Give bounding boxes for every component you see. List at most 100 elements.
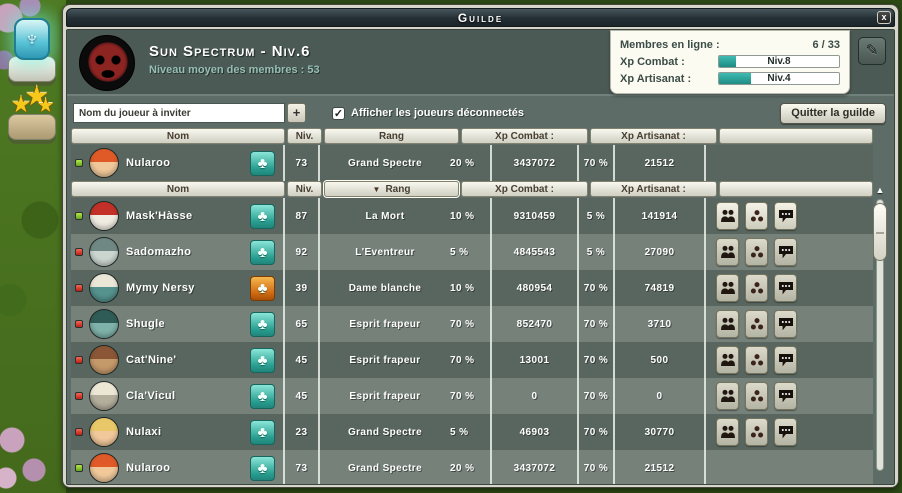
craft-xp-value: 500 (651, 355, 669, 366)
header-rang-sorted[interactable]: ▼ Rang (324, 181, 459, 197)
member-rank: Grand Spectre (320, 463, 450, 474)
three-dots-icon (749, 389, 765, 403)
members-table: Nom Niv. Rang Xp Combat : Xp Artisanat :… (71, 128, 873, 485)
online-status-icon (75, 392, 83, 400)
group-invite-button[interactable] (716, 238, 739, 266)
header-rang[interactable]: Rang (324, 128, 459, 144)
member-avatar (89, 345, 119, 375)
titlebar[interactable]: Guilde x (66, 8, 895, 27)
rank-options-button[interactable] (745, 310, 768, 338)
invite-add-button[interactable]: + (287, 103, 306, 123)
member-rank: Esprit frapeur (320, 319, 450, 330)
member-name: Mymy Nersy (126, 282, 195, 294)
craft-xp-percent: 70 % (584, 463, 608, 474)
member-name: Shugle (126, 318, 165, 330)
member-actions (706, 414, 873, 450)
table-header-sorted: Nom Niv. ▼ Rang Xp Combat : Xp Artisanat… (71, 181, 873, 197)
group-invite-button[interactable] (716, 418, 739, 446)
member-row[interactable]: Mymy Nersy ♣ 39 Dame blanche 10 % 480954… (71, 270, 873, 306)
rank-options-button[interactable] (745, 418, 768, 446)
scrollbar[interactable]: ▲ ▼ (872, 185, 888, 481)
group-invite-button[interactable] (716, 202, 739, 230)
quit-guild-button[interactable]: Quitter la guilde (780, 103, 886, 124)
chat-bubble-icon (778, 353, 794, 367)
header-xp-artisanat[interactable]: Xp Artisanat : (590, 128, 717, 144)
member-row[interactable]: Nulaxi ♣ 23 Grand Spectre 5 % 46903 70 %… (71, 414, 873, 450)
send-message-button[interactable] (774, 202, 797, 230)
combat-xp-percent: 70 % (450, 391, 490, 402)
header-xp-combat[interactable]: Xp Combat : (461, 128, 588, 144)
send-message-button[interactable] (774, 274, 797, 302)
guild-window: Guilde x Sun Spectrum - Niv.6 Niveau moy… (62, 4, 899, 488)
online-status-icon (75, 356, 83, 364)
member-row[interactable]: Mask'Hàsse ♣ 87 La Mort 10 % 9310459 5 %… (71, 198, 873, 234)
member-level: 45 (296, 355, 308, 366)
chat-bubble-icon (778, 389, 794, 403)
combat-xp-value: 3437072 (514, 463, 556, 474)
online-status-icon (75, 248, 83, 256)
people-icon (720, 281, 736, 295)
member-row[interactable]: Shugle ♣ 65 Esprit frapeur 70 % 852470 7… (71, 306, 873, 342)
three-dots-icon (749, 317, 765, 331)
invite-player-input[interactable] (73, 103, 285, 123)
group-invite-button[interactable] (716, 274, 739, 302)
combat-xp-percent: 5 % (450, 247, 490, 258)
close-button[interactable]: x (877, 11, 891, 24)
toolbar: + ✓ Afficher les joueurs déconnectés Qui… (73, 102, 886, 124)
rank-options-button[interactable] (745, 274, 768, 302)
craft-xp-value: 21512 (645, 158, 675, 169)
header-nom-2[interactable]: Nom (71, 181, 285, 197)
craft-xp-percent: 5 % (587, 211, 605, 222)
stars-icon[interactable]: ★ ★ ★ (10, 84, 58, 120)
craft-xp-percent: 70 % (584, 319, 608, 330)
rank-options-button[interactable] (745, 202, 768, 230)
header-xp-artisanat-2[interactable]: Xp Artisanat : (590, 181, 717, 197)
scroll-up-icon[interactable]: ▲ (874, 185, 886, 195)
header-xp-combat-2[interactable]: Xp Combat : (461, 181, 588, 197)
show-offline-checkbox[interactable]: ✓ (332, 107, 345, 120)
guild-name: Sun Spectrum - Niv.6 (149, 43, 320, 60)
group-invite-button[interactable] (716, 310, 739, 338)
member-row[interactable]: Nularoo ♣ 73 Grand Spectre 20 % 3437072 … (71, 145, 873, 181)
send-message-button[interactable] (774, 310, 797, 338)
three-dots-icon (749, 353, 765, 367)
header-niv-2[interactable]: Niv. (287, 181, 322, 197)
member-name: Mask'Hàsse (126, 210, 193, 222)
send-message-button[interactable] (774, 418, 797, 446)
member-actions (706, 270, 873, 306)
combat-xp-value: 0 (532, 391, 538, 402)
member-row[interactable]: Nularoo ♣ 73 Grand Spectre 20 % 3437072 … (71, 450, 873, 485)
edit-guild-button[interactable]: ✎ (858, 37, 886, 65)
send-message-button[interactable] (774, 382, 797, 410)
header-actions-2 (719, 181, 873, 197)
member-avatar (89, 273, 119, 303)
show-offline-toggle[interactable]: ✓ Afficher les joueurs déconnectés (332, 107, 524, 120)
craft-xp-value: 30770 (645, 427, 675, 438)
member-name: Sadomazho (126, 246, 191, 258)
class-icon: ♣ (250, 312, 275, 337)
scrollbar-thumb[interactable] (873, 203, 887, 261)
member-row[interactable]: Cat'Nine' ♣ 45 Esprit frapeur 70 % 13001… (71, 342, 873, 378)
member-row[interactable]: Cla'Vicul ♣ 45 Esprit frapeur 70 % 0 70 … (71, 378, 873, 414)
header-niv[interactable]: Niv. (287, 128, 322, 144)
members-online-value: 6 / 33 (812, 39, 840, 51)
send-message-button[interactable] (774, 238, 797, 266)
header-nom[interactable]: Nom (71, 128, 285, 144)
rank-options-button[interactable] (745, 346, 768, 374)
craft-xp-percent: 70 % (584, 355, 608, 366)
chat-bubble-icon (778, 317, 794, 331)
member-name: Nulaxi (126, 426, 161, 438)
craft-xp-percent: 70 % (584, 158, 608, 169)
rank-options-button[interactable] (745, 382, 768, 410)
send-message-button[interactable] (774, 346, 797, 374)
member-actions (706, 450, 873, 485)
member-level: 73 (296, 158, 308, 169)
online-status-icon (75, 428, 83, 436)
chat-bubble-icon (778, 245, 794, 259)
group-invite-button[interactable] (716, 382, 739, 410)
group-invite-button[interactable] (716, 346, 739, 374)
scroll-down-icon[interactable]: ▼ (874, 483, 886, 485)
member-row[interactable]: Sadomazho ♣ 92 L'Eventreur 5 % 4845543 5… (71, 234, 873, 270)
crystal-icon[interactable]: ♆ (14, 18, 50, 60)
rank-options-button[interactable] (745, 238, 768, 266)
